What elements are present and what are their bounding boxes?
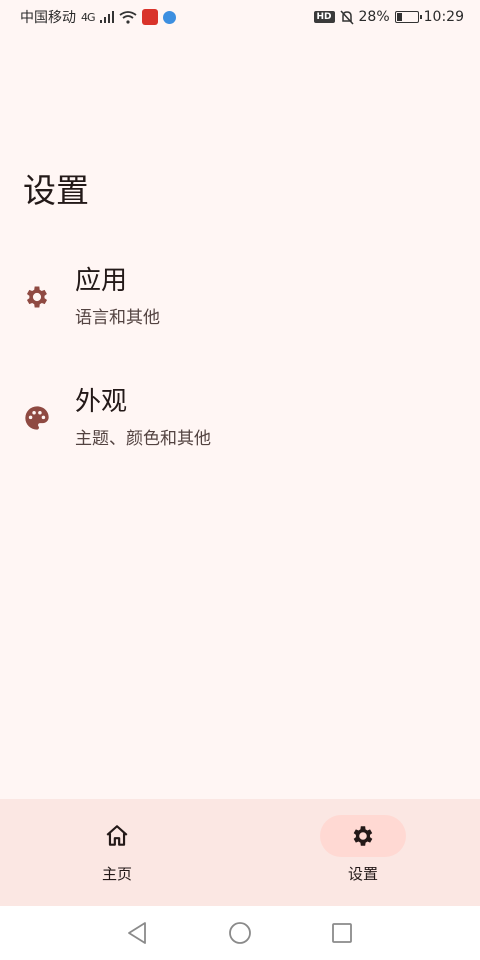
- settings-item-app[interactable]: 应用 语言和其他: [0, 247, 480, 347]
- mute-bell-icon: [339, 9, 354, 25]
- nav-label: 主页: [101, 865, 132, 883]
- status-right: HD 28% 10:29: [313, 9, 464, 25]
- settings-item-title: 外观: [75, 386, 128, 417]
- settings-item-subtitle: 语言和其他: [75, 308, 160, 329]
- page-title: 设置: [23, 171, 89, 210]
- network-type: 4G: [81, 10, 95, 24]
- app-notification-icon: [162, 10, 176, 24]
- signal-icon: [99, 11, 114, 23]
- nav-item-home[interactable]: 主页: [57, 815, 177, 884]
- battery-fill: [396, 13, 402, 21]
- settings-item-subtitle: 主题、颜色和其他: [75, 429, 211, 450]
- screen: 中国移动 4G HD 28% 10:29 设置 应用 语言和其他 外观 主题、颜…: [0, 0, 480, 960]
- back-icon[interactable]: [125, 921, 149, 945]
- home-icon: [106, 825, 128, 846]
- wifi-icon: [118, 10, 137, 24]
- nav-item-settings[interactable]: 设置: [303, 815, 423, 884]
- status-bar: 中国移动 4G HD 28% 10:29: [0, 0, 480, 34]
- nav-label: 设置: [347, 865, 378, 883]
- battery-percent: 28%: [358, 9, 390, 25]
- clock: 10:29: [423, 9, 464, 25]
- bottom-nav: 主页 设置: [0, 799, 480, 906]
- carrier-label: 中国移动: [20, 10, 76, 26]
- nav-pill: [320, 815, 406, 857]
- battery-icon: [394, 11, 422, 23]
- gear-icon: [22, 282, 52, 312]
- home-circle-icon[interactable]: [228, 921, 252, 945]
- app-notification-icon: [141, 9, 158, 25]
- hd-icon: HD: [313, 11, 335, 23]
- system-nav-bar: [0, 906, 480, 960]
- settings-item-texts: 外观 主题、颜色和其他: [75, 387, 211, 449]
- settings-item-appearance[interactable]: 外观 主题、颜色和其他: [0, 368, 480, 468]
- settings-item-title: 应用: [75, 265, 128, 296]
- status-left: 中国移动 4G: [20, 7, 176, 27]
- nav-pill: [74, 815, 160, 857]
- settings-item-texts: 应用 语言和其他: [75, 266, 160, 328]
- recents-icon[interactable]: [330, 921, 354, 945]
- gear-icon: [353, 826, 373, 846]
- palette-icon: [22, 403, 52, 433]
